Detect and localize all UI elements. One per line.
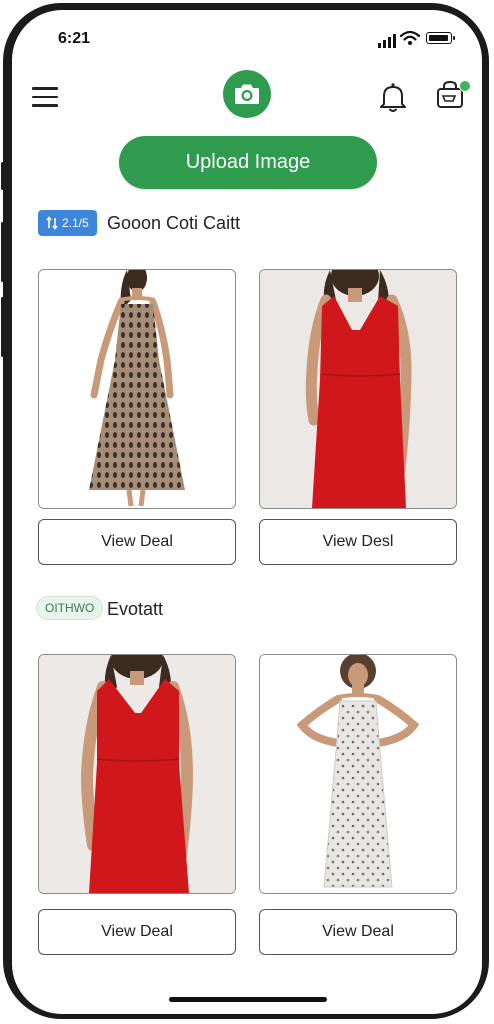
- rating-badge-text: 2.1/5: [62, 216, 89, 230]
- product-image-red-sleeveless: [260, 270, 456, 508]
- camera-icon: [235, 84, 259, 104]
- product-card-red-sleeveless[interactable]: [259, 269, 457, 509]
- section-title-2: Evotatt: [107, 599, 164, 619]
- cart-notification-dot: [459, 80, 471, 92]
- product-image-patterned-dress: [39, 270, 235, 508]
- product-card-red-v-neck[interactable]: [38, 654, 236, 894]
- battery-icon: [426, 32, 455, 44]
- section-title-1: Gooon Coti Caitt: [107, 213, 241, 233]
- wifi-icon: [400, 30, 420, 45]
- status-badge: OITHWO: [36, 596, 104, 620]
- hamburger-icon[interactable]: [32, 87, 58, 107]
- view-deal-button-3[interactable]: View Deal: [38, 909, 236, 955]
- product-card-white-floral[interactable]: [259, 654, 457, 894]
- battery-level: [428, 34, 448, 41]
- swap-icon: [46, 216, 58, 230]
- home-indicator: [169, 997, 327, 1002]
- view-deal-button-1[interactable]: View Deal: [38, 519, 236, 565]
- view-deal-button-4[interactable]: View Deal: [259, 909, 457, 955]
- product-card-patterned-dress[interactable]: [38, 269, 236, 509]
- silent-switch: [1, 162, 4, 190]
- volume-down-button: [1, 297, 4, 357]
- signal-icon: [378, 34, 396, 48]
- view-deal-button-2[interactable]: View Desl: [259, 519, 457, 565]
- bell-icon[interactable]: [378, 82, 408, 114]
- status-time: 6:21: [58, 30, 91, 47]
- rating-badge: 2.1/5: [38, 210, 97, 236]
- product-image-red-v-neck: [39, 655, 235, 893]
- app-screen: 6:21 Upload Image 2.1/5 Gooon Coti Caitt…: [12, 10, 482, 1014]
- volume-up-button: [1, 222, 4, 282]
- camera-button[interactable]: [223, 70, 271, 118]
- upload-image-button[interactable]: Upload Image: [119, 136, 377, 189]
- product-image-white-floral: [260, 655, 456, 893]
